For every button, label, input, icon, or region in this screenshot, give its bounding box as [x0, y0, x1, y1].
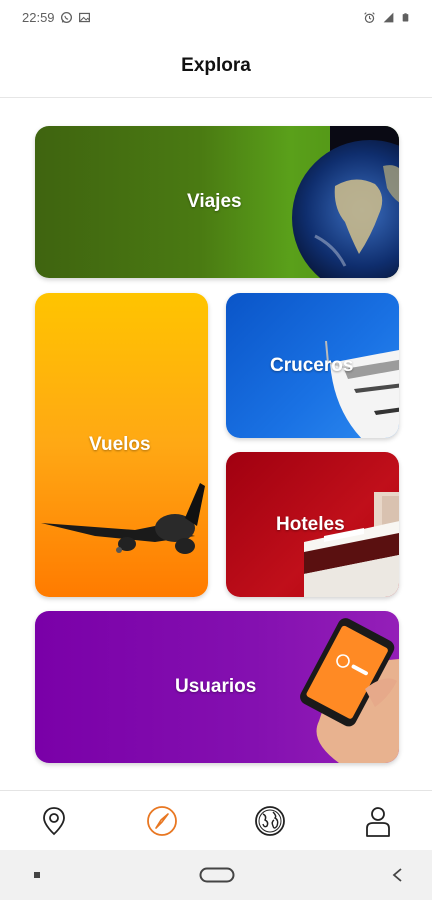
back-icon: [392, 868, 402, 882]
back-button[interactable]: [382, 860, 412, 890]
app-header: Explora: [0, 34, 432, 98]
usuarios-label: Usuarios: [175, 676, 257, 697]
home-button[interactable]: [187, 860, 247, 890]
system-nav-bar: [0, 850, 432, 900]
signal-icon: [383, 12, 394, 22]
vuelos-label: Vuelos: [89, 434, 151, 455]
cruceros-card[interactable]: Cruceros: [226, 293, 399, 438]
globe-icon: [255, 805, 285, 836]
viajes-label: Viajes: [187, 191, 242, 212]
viajes-card[interactable]: Viajes: [35, 126, 399, 278]
status-left: 22:59: [22, 10, 91, 25]
whatsapp-icon: [60, 11, 72, 23]
nav-profile[interactable]: [351, 794, 405, 848]
bottom-nav: [0, 790, 432, 850]
hotel-bed-image: [304, 492, 399, 597]
status-right: [363, 11, 410, 24]
explora-screen: 22:59 Explora Viajes Vuelos Cruceros Hot…: [0, 0, 432, 900]
recents-button[interactable]: [22, 860, 52, 890]
location-pin-icon: [43, 806, 65, 835]
user-icon: [366, 806, 390, 837]
earth-globe-image: [292, 126, 399, 278]
vuelos-card[interactable]: Vuelos: [35, 293, 208, 597]
compass-icon: [147, 805, 177, 836]
cruceros-label: Cruceros: [270, 355, 354, 376]
status-time: 22:59: [22, 9, 55, 25]
usuarios-card[interactable]: Usuarios: [35, 611, 399, 763]
status-bar: 22:59: [0, 0, 432, 34]
nav-compass[interactable]: [135, 794, 189, 848]
hoteles-label: Hoteles: [276, 514, 345, 535]
home-icon: [199, 867, 235, 883]
alarm-icon: [364, 11, 375, 23]
page-title: Explora: [181, 54, 251, 76]
nav-globe[interactable]: [243, 794, 297, 848]
hand-holding-phone-image: [300, 618, 399, 763]
hoteles-card[interactable]: Hoteles: [226, 452, 399, 597]
recents-icon: [34, 872, 40, 878]
image-icon: [78, 12, 90, 22]
nav-location[interactable]: [27, 794, 81, 848]
airplane-image: [41, 483, 205, 554]
battery-icon: [402, 12, 409, 21]
